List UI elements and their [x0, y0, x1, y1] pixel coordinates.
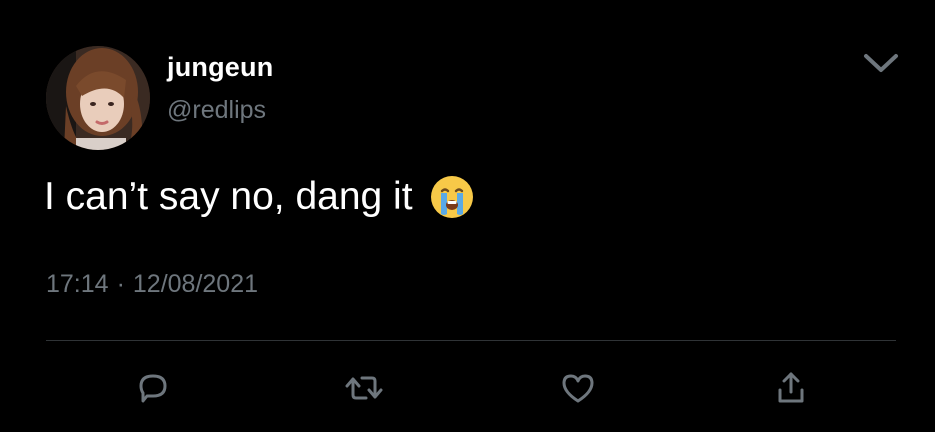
display-name[interactable]: jungeun [167, 52, 273, 83]
like-button[interactable] [556, 366, 600, 410]
reply-icon [139, 374, 167, 403]
user-handle[interactable]: @redlips [167, 96, 266, 125]
tweet-time: 17:14 [46, 270, 109, 298]
tweet-timestamp[interactable]: 17:14 · 12/08/2021 [46, 270, 258, 299]
share-icon [778, 372, 804, 403]
tweet-date: 12/08/2021 [132, 270, 259, 298]
reply-button[interactable] [131, 366, 175, 410]
retweet-icon [345, 376, 383, 400]
meta-separator: · [116, 270, 125, 298]
retweet-button[interactable] [342, 366, 386, 410]
divider [46, 340, 896, 341]
loudly-crying-face-icon [429, 174, 475, 220]
tweet-body: I can’t say no, dang it [44, 174, 475, 220]
avatar[interactable] [46, 46, 150, 150]
share-button[interactable] [769, 366, 813, 410]
tweet-card: jungeun @redlips I can’t say no, dang it… [0, 0, 935, 432]
heart-icon [562, 374, 594, 403]
tweet-text: I can’t say no, dang it [44, 175, 413, 218]
chevron-down-icon[interactable] [860, 48, 902, 78]
